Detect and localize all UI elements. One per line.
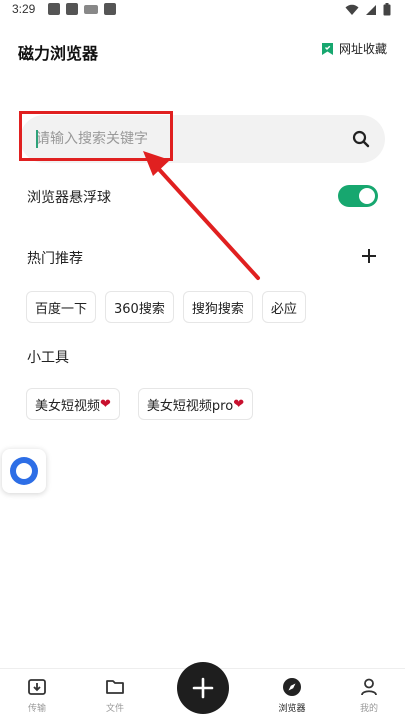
nav-label: 文件 [105, 704, 124, 714]
nav-files[interactable]: 文件 [85, 677, 145, 714]
chip-sogou[interactable]: 搜狗搜索 [182, 291, 253, 323]
heart-icon: ❤ [100, 396, 111, 412]
notification-icon [48, 3, 60, 15]
notification-icon [104, 3, 116, 15]
annotation-highlight-box [19, 111, 173, 161]
chip-360[interactable]: 360搜索 [105, 291, 174, 323]
hot-chips: 百度一下 360搜索 搜狗搜索 必应 [26, 291, 306, 323]
battery-icon [383, 3, 391, 16]
download-tray-icon [28, 679, 46, 695]
keyboard-icon [84, 5, 98, 14]
compass-icon [283, 678, 301, 696]
tools-chips: 美女短视频 ❤ 美女短视频pro ❤ [26, 388, 254, 420]
nav-label: 传输 [27, 704, 46, 714]
floating-ball-label: 浏览器悬浮球 [27, 190, 111, 206]
app-title: 磁力浏览器 [18, 44, 99, 63]
nav-label: 浏览器 [278, 704, 306, 714]
plus-icon [192, 677, 214, 699]
system-icons [345, 3, 391, 16]
bookmarks-button[interactable]: 网址收藏 [321, 40, 387, 57]
nav-transfer[interactable]: 传输 [7, 677, 67, 714]
notification-icons [48, 3, 116, 15]
floating-ball-core [16, 463, 32, 479]
add-icon[interactable] [360, 247, 378, 265]
floating-ball-toggle[interactable] [338, 185, 378, 207]
bookmarks-label: 网址收藏 [338, 42, 387, 56]
notification-icon [66, 3, 78, 15]
heart-icon: ❤ [233, 396, 245, 412]
status-bar: 3:29 [0, 0, 405, 20]
nav-label: 我的 [359, 704, 378, 714]
add-tab-button[interactable] [177, 662, 229, 714]
floating-ball[interactable] [2, 449, 46, 493]
hot-section-title: 热门推荐 [27, 251, 83, 267]
nav-browser[interactable]: 浏览器 [262, 677, 322, 714]
folder-icon [106, 680, 124, 694]
chip-label: 美女短视频 [35, 398, 101, 414]
chip-baidu[interactable]: 百度一下 [26, 291, 97, 323]
chip-label: 美女短视频pro [146, 398, 234, 414]
person-icon [361, 678, 377, 696]
floating-ball-icon [10, 457, 38, 485]
wifi-icon [345, 4, 359, 15]
signal-icon [366, 4, 376, 15]
search-icon[interactable] [351, 129, 371, 149]
chip-bing[interactable]: 必应 [261, 291, 306, 323]
toggle-knob [359, 188, 375, 204]
status-time: 3:29 [12, 2, 36, 16]
chip-short-video-pro[interactable]: 美女短视频pro ❤ [137, 388, 254, 420]
chip-short-video[interactable]: 美女短视频 ❤ [26, 388, 120, 420]
bookmark-icon [321, 42, 333, 55]
nav-mine[interactable]: 我的 [339, 677, 399, 714]
tools-section-title: 小工具 [27, 350, 69, 366]
